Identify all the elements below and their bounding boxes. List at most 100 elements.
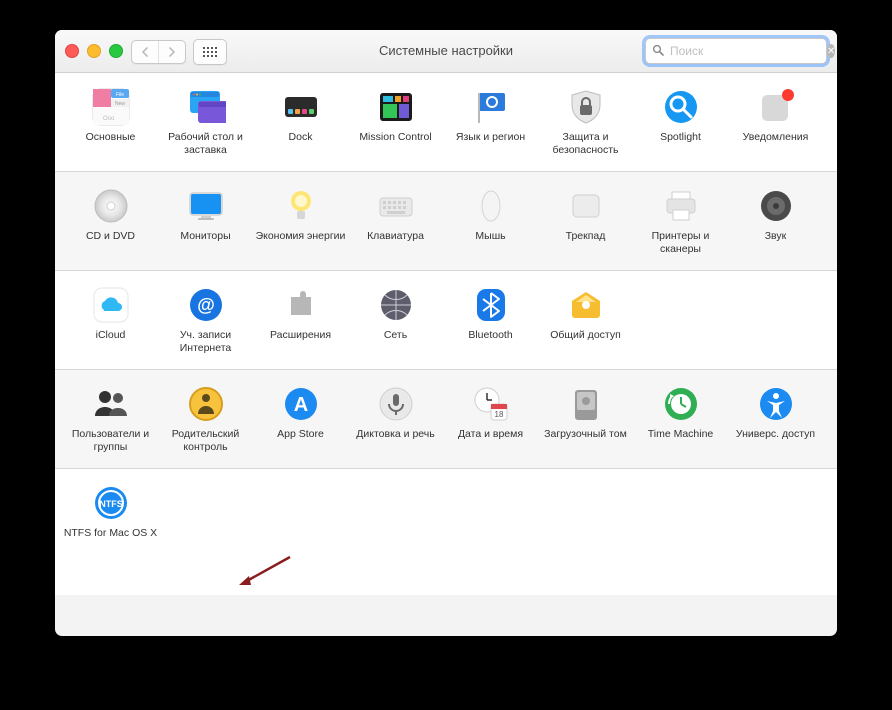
printer-icon (661, 186, 701, 226)
preference-panes-container: FileNewOoo Основные Рабочий стол и заста… (55, 73, 837, 595)
extensions-icon (281, 285, 321, 325)
pane-parental-controls[interactable]: Родительский контроль (158, 382, 253, 454)
pane-trackpad[interactable]: Трекпад (538, 184, 633, 256)
pane-label: Рабочий стол и заставка (158, 131, 253, 157)
pane-dictation-speech[interactable]: Диктовка и речь (348, 382, 443, 454)
startup-disk-icon (566, 384, 606, 424)
date-time-icon: 18 (471, 384, 511, 424)
pane-label: Звук (728, 230, 823, 256)
pane-app-store[interactable]: A App Store (253, 382, 348, 454)
pane-accessibility[interactable]: Универс. доступ (728, 382, 823, 454)
pane-extensions[interactable]: Расширения (253, 283, 348, 355)
pane-label: Клавиатура (348, 230, 443, 256)
clear-search-button[interactable]: ✕ (827, 44, 835, 58)
pane-label: Dock (253, 131, 348, 157)
pane-label: Принтеры и сканеры (633, 230, 728, 256)
internet-accounts-icon: @ (186, 285, 226, 325)
zoom-window-button[interactable] (109, 44, 123, 58)
security-icon (566, 87, 606, 127)
mission-control-icon (376, 87, 416, 127)
pane-mouse[interactable]: Мышь (443, 184, 538, 256)
pane-icloud[interactable]: iCloud (63, 283, 158, 355)
back-button[interactable] (132, 41, 158, 63)
pane-label: Уч. записи Интернета (158, 329, 253, 355)
pane-users-groups[interactable]: Пользователи и группы (63, 382, 158, 454)
pane-label: Родительский контроль (158, 428, 253, 454)
pane-label: Time Machine (633, 428, 728, 454)
energy-saver-icon (281, 186, 321, 226)
pane-general[interactable]: FileNewOoo Основные (63, 85, 158, 157)
trackpad-icon (566, 186, 606, 226)
titlebar: Системные настройки ✕ (55, 30, 837, 73)
svg-text:@: @ (197, 295, 215, 315)
pane-ntfs-for-mac[interactable]: NTFS NTFS for Mac OS X (63, 481, 158, 581)
pane-dock[interactable]: Dock (253, 85, 348, 157)
pane-label: Диктовка и речь (348, 428, 443, 454)
back-forward-segment (131, 40, 186, 64)
grid-icon (203, 47, 217, 57)
search-field[interactable]: ✕ (645, 38, 827, 64)
pane-row-5: NTFS NTFS for Mac OS X (55, 469, 837, 595)
pane-row-1: FileNewOoo Основные Рабочий стол и заста… (55, 73, 837, 172)
pane-startup-disk[interactable]: Загрузочный том (538, 382, 633, 454)
search-input[interactable] (668, 43, 827, 59)
toolbar-nav (131, 39, 227, 65)
mouse-icon (471, 186, 511, 226)
desktop-icon (186, 87, 226, 127)
displays-icon (186, 186, 226, 226)
svg-text:Ooo: Ooo (103, 116, 115, 122)
pane-internet-accounts[interactable]: @ Уч. записи Интернета (158, 283, 253, 355)
pane-date-time[interactable]: 18 Дата и время (443, 382, 538, 454)
users-groups-icon (91, 384, 131, 424)
pane-label: Mission Control (348, 131, 443, 157)
system-preferences-window: Системные настройки ✕ FileNewOoo Основны… (55, 30, 837, 636)
pane-label: Расширения (253, 329, 348, 355)
pane-label: Уведомления (728, 131, 823, 157)
pane-row-2: CD и DVD Мониторы Экономия энергии Клави… (55, 172, 837, 271)
bluetooth-icon (471, 285, 511, 325)
pane-desktop-screensaver[interactable]: Рабочий стол и заставка (158, 85, 253, 157)
pane-energy-saver[interactable]: Экономия энергии (253, 184, 348, 256)
pane-security-privacy[interactable]: Защита и безопасность (538, 85, 633, 157)
svg-text:File: File (115, 92, 123, 98)
pane-label: Универс. доступ (728, 428, 823, 454)
pane-printers-scanners[interactable]: Принтеры и сканеры (633, 184, 728, 256)
pane-cds-dvds[interactable]: CD и DVD (63, 184, 158, 256)
pane-label: Сеть (348, 329, 443, 355)
svg-text:A: A (293, 394, 307, 416)
pane-mission-control[interactable]: Mission Control (348, 85, 443, 157)
forward-button[interactable] (158, 41, 185, 63)
pane-network[interactable]: Сеть (348, 283, 443, 355)
pane-label: Экономия энергии (253, 230, 348, 256)
pane-language-region[interactable]: Язык и регион (443, 85, 538, 157)
search-icon (652, 44, 664, 59)
general-icon: File New Ooo (91, 87, 131, 127)
pane-row-3: iCloud @ Уч. записи Интернета Расширения… (55, 271, 837, 370)
keyboard-icon (376, 186, 416, 226)
spotlight-icon (661, 87, 701, 127)
pane-label: NTFS for Mac OS X (63, 527, 158, 553)
chevron-left-icon (141, 47, 149, 57)
pane-label: Мониторы (158, 230, 253, 256)
pane-label: Spotlight (633, 131, 728, 157)
disc-icon (91, 186, 131, 226)
pane-sharing[interactable]: Общий доступ (538, 283, 633, 355)
pane-spotlight[interactable]: Spotlight (633, 85, 728, 157)
pane-bluetooth[interactable]: Bluetooth (443, 283, 538, 355)
pane-displays[interactable]: Мониторы (158, 184, 253, 256)
minimize-window-button[interactable] (87, 44, 101, 58)
network-icon (376, 285, 416, 325)
svg-text:NTFS: NTFS (99, 499, 123, 509)
app-store-icon: A (281, 384, 321, 424)
sound-icon (756, 186, 796, 226)
chevron-right-icon (168, 47, 176, 57)
pane-time-machine[interactable]: Time Machine (633, 382, 728, 454)
traffic-lights (65, 44, 123, 58)
pane-sound[interactable]: Звук (728, 184, 823, 256)
pane-label: Язык и регион (443, 131, 538, 157)
pane-notifications[interactable]: Уведомления (728, 85, 823, 157)
svg-text:New: New (114, 101, 124, 107)
pane-keyboard[interactable]: Клавиатура (348, 184, 443, 256)
show-all-button[interactable] (193, 39, 227, 65)
close-window-button[interactable] (65, 44, 79, 58)
